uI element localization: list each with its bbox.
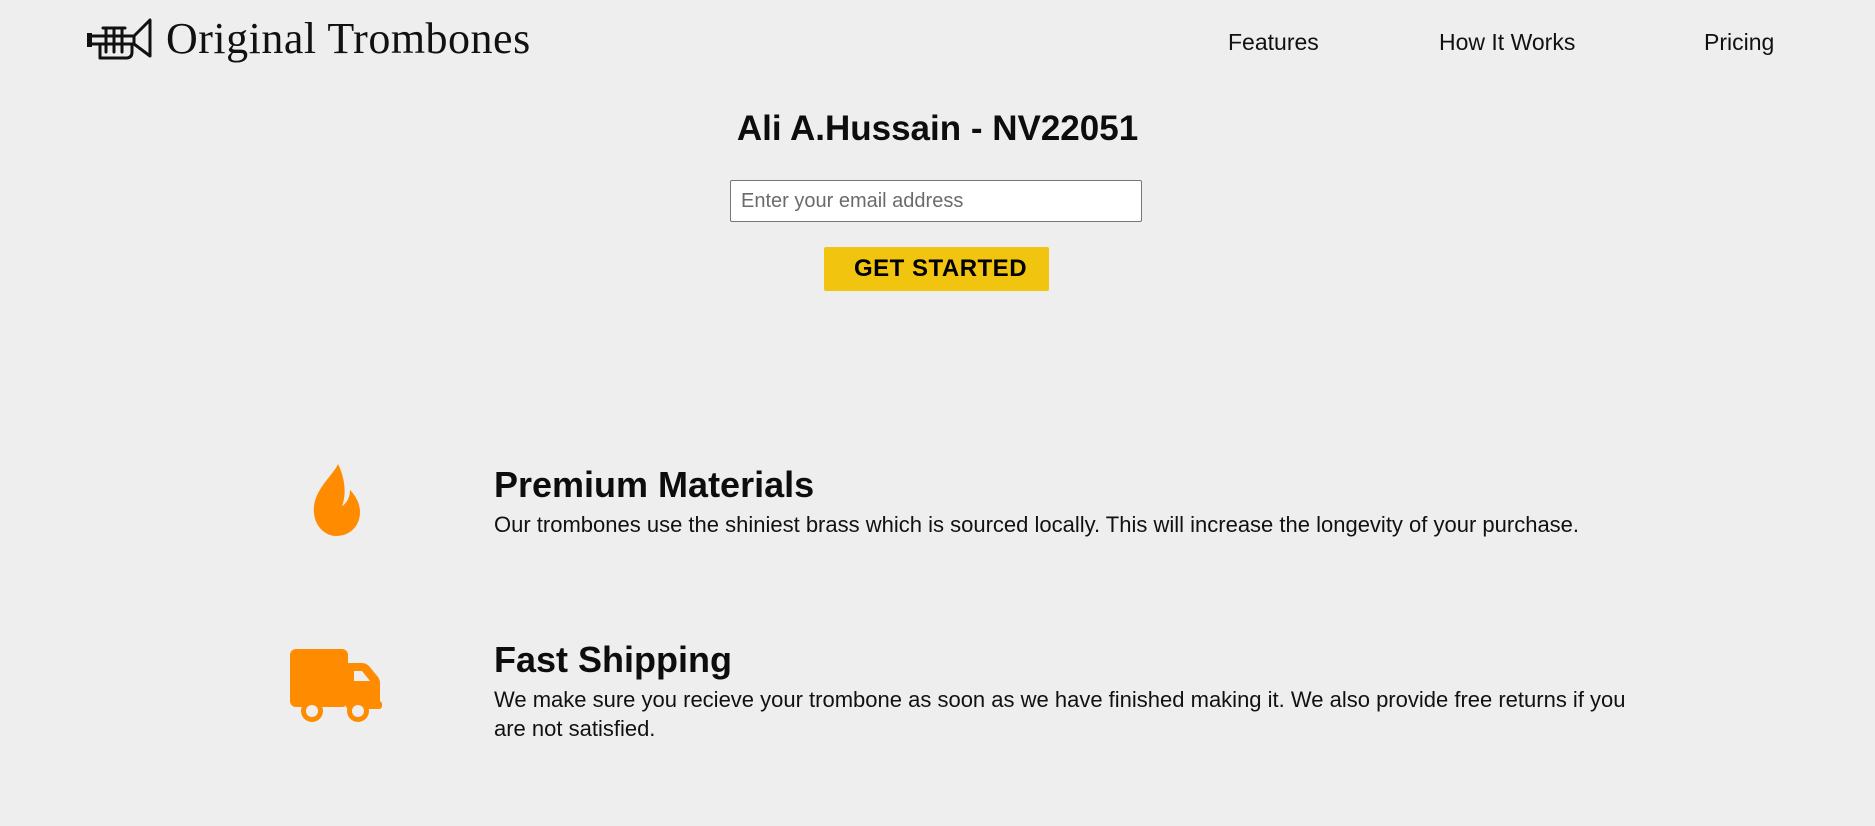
feature-body: Fast Shipping We make sure you recieve y… <box>494 635 1654 743</box>
landing-page: Original Trombones Features How It Works… <box>0 0 1875 826</box>
feature-title: Fast Shipping <box>494 639 732 680</box>
get-started-button[interactable]: GET STARTED <box>824 247 1049 291</box>
main-nav: Features How It Works Pricing <box>0 24 1875 60</box>
nav-link-features[interactable]: Features <box>1228 24 1319 60</box>
feature-title: Premium Materials <box>494 464 815 505</box>
feature-body: Premium Materials Our trombones use the … <box>494 460 1654 539</box>
nav-link-how-it-works[interactable]: How It Works <box>1439 24 1575 60</box>
fire-icon <box>313 464 360 536</box>
hero-title: Ali A.Hussain - NV22051 <box>736 109 1139 148</box>
email-input[interactable] <box>730 180 1142 222</box>
nav-link-pricing[interactable]: Pricing <box>1704 24 1774 60</box>
feature-description: We make sure you recieve your trombone a… <box>494 687 1626 741</box>
feature-description: Our trombones use the shiniest brass whi… <box>494 512 1580 537</box>
truck-icon <box>290 649 382 722</box>
